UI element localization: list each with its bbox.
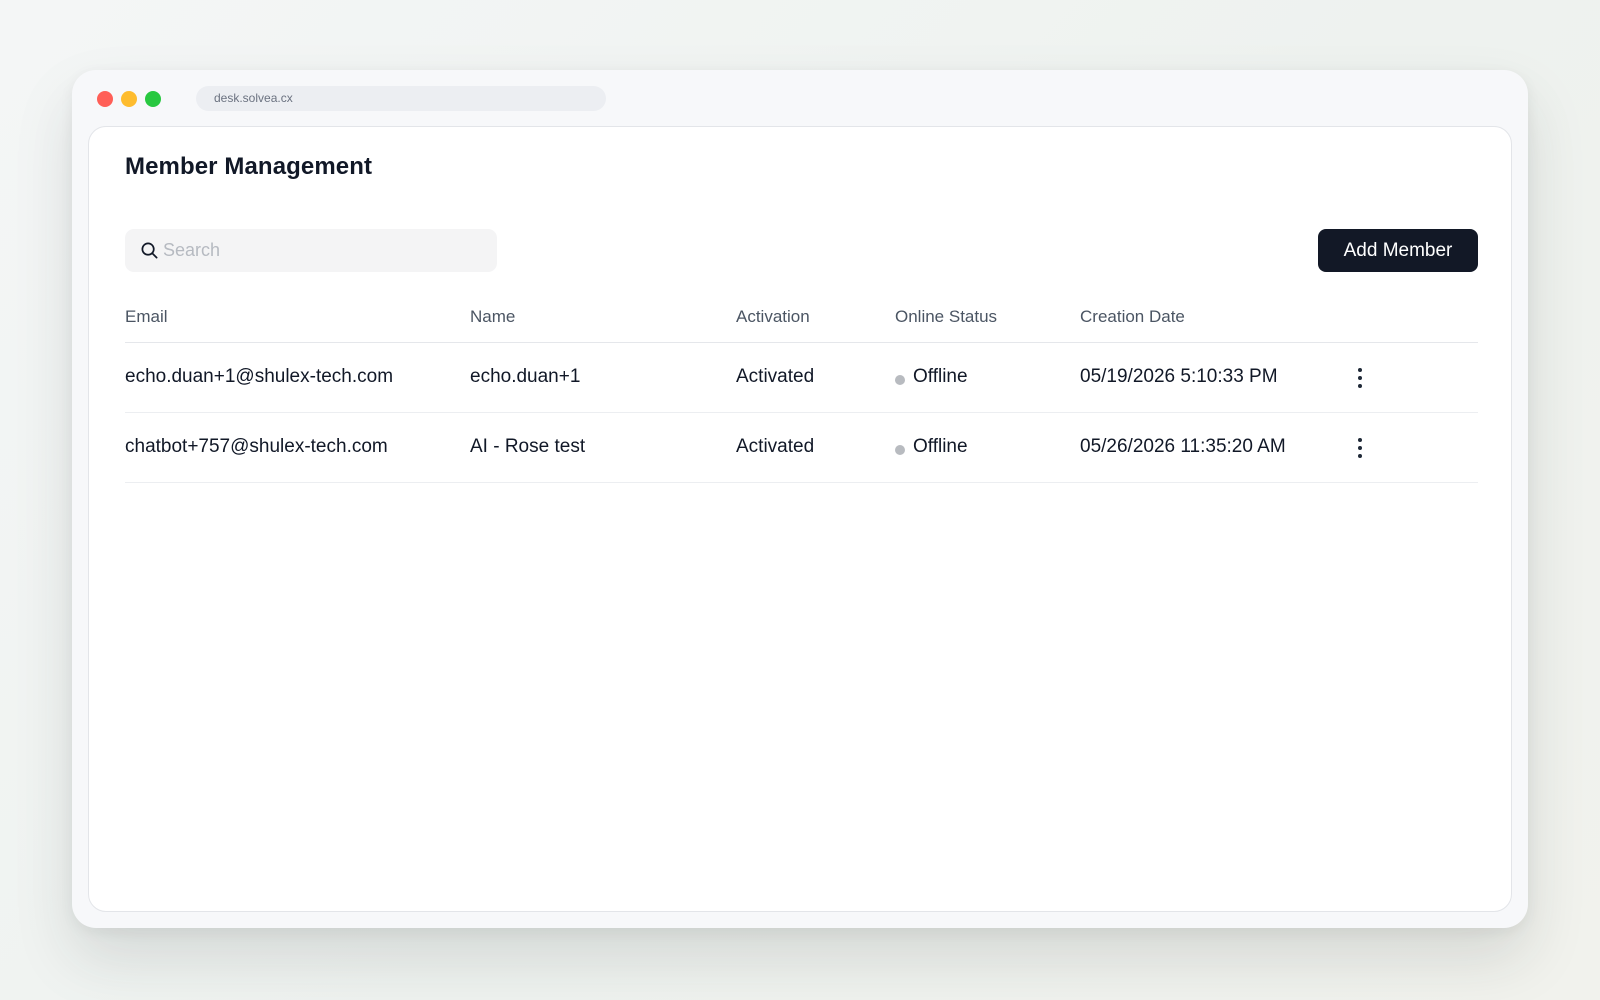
more-vertical-icon[interactable] xyxy=(1351,435,1369,461)
online-status: Offline xyxy=(913,436,968,457)
creation-date: 05/26/2026 11:35:20 AM xyxy=(1080,436,1286,457)
close-window-button[interactable] xyxy=(97,91,113,107)
zoom-window-button[interactable] xyxy=(145,91,161,107)
table-header: Email Name Activation Online Status Crea… xyxy=(125,287,1478,343)
member-management-panel: Member Management Add Member Email Name … xyxy=(88,126,1512,912)
search-input[interactable] xyxy=(163,229,483,272)
column-header-online-status[interactable]: Online Status xyxy=(895,307,997,327)
browser-window: desk.solvea.cx Member Management Add Mem… xyxy=(72,70,1528,928)
column-header-creation-date[interactable]: Creation Date xyxy=(1080,307,1185,327)
table-row[interactable]: chatbot+757@shulex-tech.com AI - Rose te… xyxy=(125,413,1478,483)
offline-status-dot xyxy=(895,375,905,385)
column-header-name[interactable]: Name xyxy=(470,307,515,327)
member-email: echo.duan+1@shulex-tech.com xyxy=(125,366,394,387)
add-member-button[interactable]: Add Member xyxy=(1318,229,1478,272)
member-name: AI - Rose test xyxy=(470,436,586,457)
more-vertical-icon[interactable] xyxy=(1351,365,1369,391)
members-table: Email Name Activation Online Status Crea… xyxy=(125,287,1478,483)
online-status: Offline xyxy=(913,366,968,387)
search-box[interactable] xyxy=(125,229,497,272)
creation-date: 05/19/2026 5:10:33 PM xyxy=(1080,366,1278,387)
column-header-email[interactable]: Email xyxy=(125,307,168,327)
activation-status: Activated xyxy=(736,366,815,387)
offline-status-dot xyxy=(895,445,905,455)
activation-status: Activated xyxy=(736,436,815,457)
browser-titlebar: desk.solvea.cx xyxy=(72,70,1528,126)
page-title: Member Management xyxy=(125,153,373,180)
address-bar[interactable]: desk.solvea.cx xyxy=(196,86,606,111)
member-name: echo.duan+1 xyxy=(470,366,581,387)
column-header-activation[interactable]: Activation xyxy=(736,307,810,327)
minimize-window-button[interactable] xyxy=(121,91,137,107)
table-row[interactable]: echo.duan+1@shulex-tech.com echo.duan+1 … xyxy=(125,343,1478,413)
member-email: chatbot+757@shulex-tech.com xyxy=(125,436,388,457)
search-icon xyxy=(141,242,158,259)
